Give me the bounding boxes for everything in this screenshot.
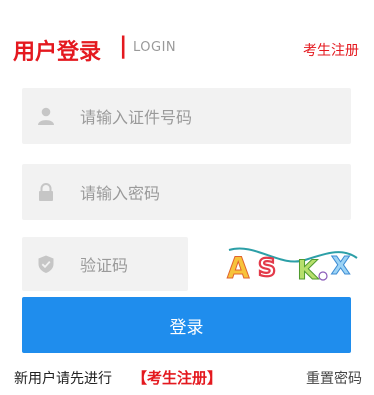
login-header: 用户登录 | LOGIN 考生注册 bbox=[13, 33, 361, 68]
svg-text:A: A bbox=[227, 251, 250, 285]
captcha-input[interactable] bbox=[78, 237, 186, 293]
captcha-image[interactable]: A S K X bbox=[225, 238, 361, 288]
login-button[interactable]: 登录 bbox=[22, 297, 351, 353]
reset-password-link[interactable]: 重置密码 bbox=[306, 368, 362, 388]
page-title: 用户登录 bbox=[13, 40, 102, 65]
password-input[interactable] bbox=[78, 164, 342, 222]
shield-icon bbox=[36, 254, 56, 274]
svg-text:S: S bbox=[258, 253, 276, 282]
register-hint-text: 新用户请先进行 bbox=[14, 371, 112, 387]
page-subtitle: LOGIN bbox=[133, 40, 177, 55]
register-link-top[interactable]: 考生注册 bbox=[303, 40, 359, 60]
captcha-field bbox=[22, 237, 188, 293]
id-number-input[interactable] bbox=[78, 88, 342, 146]
lock-icon bbox=[36, 182, 56, 202]
user-icon bbox=[36, 106, 56, 126]
password-field bbox=[22, 164, 351, 222]
id-number-field bbox=[22, 88, 351, 146]
register-hint: 新用户请先进行 【考生注册】 重置密码 bbox=[14, 368, 362, 390]
title-separator: | bbox=[119, 33, 128, 59]
svg-text:K: K bbox=[297, 255, 319, 286]
register-link-bottom[interactable]: 【考生注册】 bbox=[132, 367, 222, 388]
svg-text:X: X bbox=[331, 251, 350, 280]
